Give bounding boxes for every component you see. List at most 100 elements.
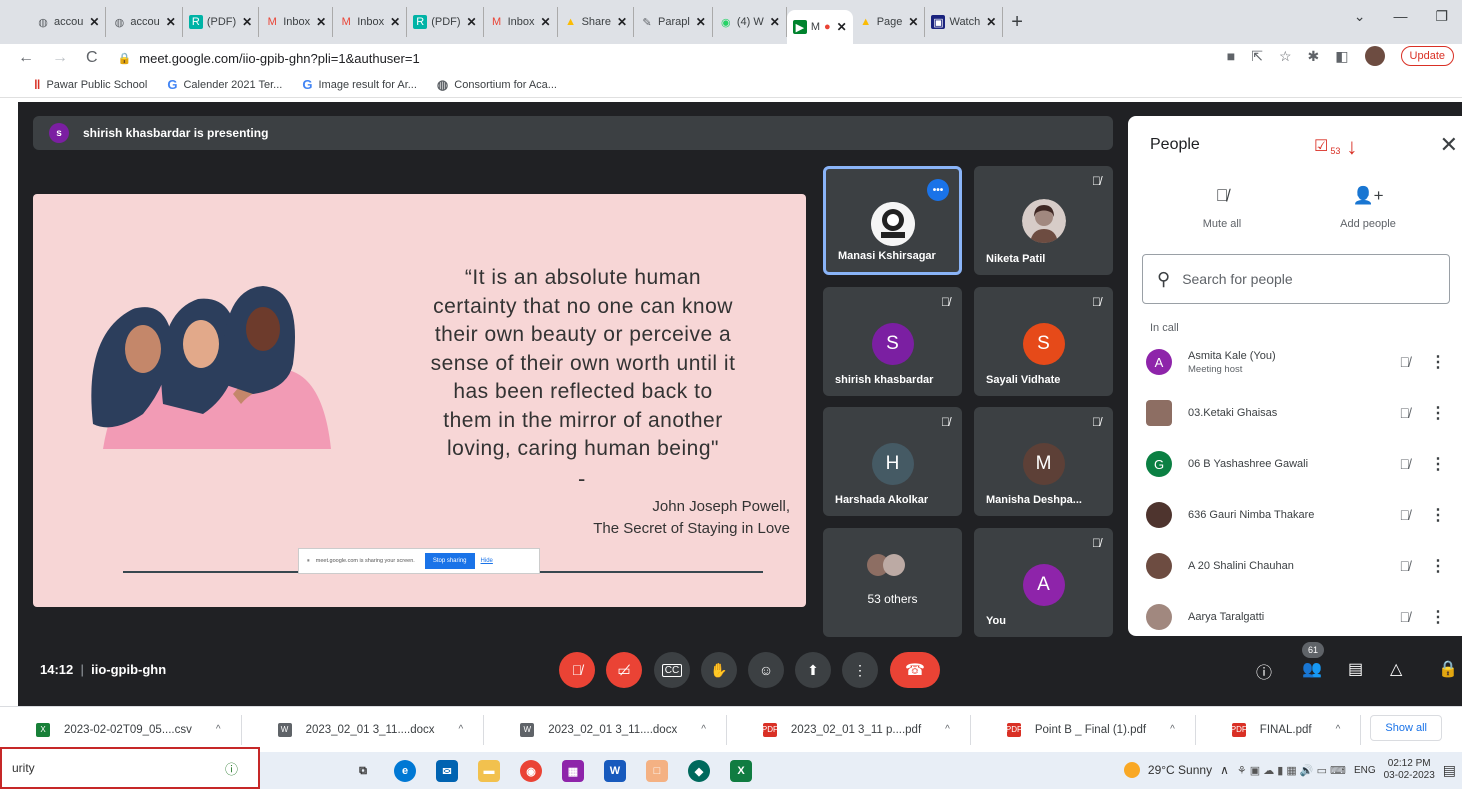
- participant-tile[interactable]: M 🎙̸ Manisha Deshpa...: [974, 407, 1113, 516]
- download-item[interactable]: X 2023-02-02T09_05....csv ^: [0, 714, 242, 745]
- browser-tab[interactable]: ▲ Share ✕: [558, 7, 634, 37]
- hide-link[interactable]: Hide: [481, 558, 493, 564]
- participant-row[interactable]: G 06 B Yashashree Gawali 🎙̸ ⋮: [1146, 444, 1456, 484]
- participant-tile[interactable]: A 🎙̸ You: [974, 528, 1113, 637]
- maximize-icon[interactable]: ❐: [1435, 8, 1448, 25]
- camera-icon[interactable]: ■: [1227, 48, 1235, 64]
- excel-icon[interactable]: X: [730, 760, 752, 782]
- app-icon[interactable]: □: [646, 760, 668, 782]
- participant-tile[interactable]: 53 others: [823, 528, 962, 637]
- participant-tile[interactable]: H 🎙̸ Harshada Akolkar: [823, 407, 962, 516]
- chat-icon[interactable]: ▤: [1348, 659, 1363, 679]
- participant-row[interactable]: 03.Ketaki Ghaisas 🎙̸ ⋮: [1146, 393, 1456, 433]
- close-tab-icon[interactable]: ✕: [908, 15, 918, 29]
- chevron-up-icon[interactable]: ^: [459, 724, 464, 735]
- stop-sharing-button[interactable]: Stop sharing: [424, 553, 475, 569]
- participant-tile[interactable]: ••• Manasi Kshirsagar: [823, 166, 962, 275]
- browser-tab[interactable]: R (PDF) ✕: [407, 7, 484, 37]
- close-tab-icon[interactable]: ✕: [390, 15, 400, 29]
- download-item[interactable]: PDF Point B _ Final (1).pdf ^: [971, 714, 1196, 745]
- bookmark-item[interactable]: ◍ Consortium for Aca...: [437, 77, 557, 93]
- browser-tab[interactable]: ▶ M ● ✕: [786, 10, 853, 44]
- close-tab-icon[interactable]: ✕: [541, 15, 551, 29]
- meeting-info-icon[interactable]: ⓘ: [1256, 659, 1272, 683]
- present-button[interactable]: ⬆: [795, 652, 831, 688]
- close-tab-icon[interactable]: ✕: [89, 15, 99, 29]
- more-options-button[interactable]: ⋮: [842, 652, 878, 688]
- file-explorer-icon[interactable]: ▬: [478, 760, 500, 782]
- chevron-up-icon[interactable]: ^: [1170, 724, 1175, 735]
- people-icon[interactable]: 👥: [1302, 659, 1322, 679]
- browser-tab[interactable]: ◉ (4) W ✕: [713, 7, 787, 37]
- update-button[interactable]: Update: [1400, 46, 1454, 66]
- browser-tab[interactable]: ▣ Watch ✕: [925, 7, 1004, 37]
- browser-tab[interactable]: ✎ Parapl ✕: [634, 7, 713, 37]
- close-tab-icon[interactable]: ✕: [242, 15, 252, 29]
- info-icon[interactable]: ⓘ: [225, 759, 238, 778]
- back-icon[interactable]: ←: [18, 49, 34, 67]
- share-icon[interactable]: ⇱: [1251, 48, 1263, 65]
- participant-row[interactable]: A Asmita Kale (You) Meeting host 🎙̸ ⋮: [1146, 342, 1456, 382]
- participant-tile[interactable]: 🎙̸ Niketa Patil: [974, 166, 1113, 275]
- clock[interactable]: 02:12 PM 03-02-2023: [1384, 758, 1435, 782]
- participant-row[interactable]: Aarya Taralgatti 🎙̸ ⋮: [1146, 597, 1456, 636]
- sidepanel-icon[interactable]: ◧: [1335, 48, 1348, 65]
- forward-icon[interactable]: →: [52, 49, 68, 67]
- language-indicator[interactable]: ENG: [1354, 765, 1376, 776]
- host-controls-icon[interactable]: 🔒: [1438, 659, 1458, 679]
- browser-tab[interactable]: M Inbox ✕: [333, 7, 408, 37]
- tab-search-icon[interactable]: ⌄: [1354, 8, 1366, 25]
- more-actions-icon[interactable]: ⋮: [1430, 454, 1446, 474]
- notification-icon[interactable]: ▤: [1443, 762, 1456, 779]
- participant-row[interactable]: A 20 Shalini Chauhan 🎙̸ ⋮: [1146, 546, 1456, 586]
- close-tab-icon[interactable]: ✕: [837, 20, 847, 34]
- more-actions-icon[interactable]: ⋮: [1430, 403, 1446, 423]
- tray-chevron-icon[interactable]: ∧: [1220, 763, 1229, 777]
- download-item[interactable]: W 2023_02_01 3_11....docx ^: [242, 714, 485, 745]
- close-tab-icon[interactable]: ✕: [770, 15, 780, 29]
- security-app-icon[interactable]: ◆: [688, 760, 710, 782]
- reload-icon[interactable]: C: [86, 49, 98, 67]
- new-tab-button[interactable]: +: [1011, 11, 1023, 34]
- close-tab-icon[interactable]: ✕: [696, 15, 706, 29]
- more-actions-icon[interactable]: ⋮: [1430, 607, 1446, 627]
- activities-icon[interactable]: △: [1390, 659, 1402, 679]
- more-actions-icon[interactable]: ⋮: [1430, 556, 1446, 576]
- raise-hand-button[interactable]: ✋: [701, 652, 737, 688]
- bookmark-item[interactable]: ‖ Pawar Public School: [34, 77, 147, 92]
- edge-icon[interactable]: e: [394, 760, 416, 782]
- extensions-icon[interactable]: ✱: [1308, 48, 1320, 65]
- mail-icon[interactable]: ✉: [436, 760, 458, 782]
- show-all-button[interactable]: Show all: [1370, 715, 1442, 741]
- more-options-icon[interactable]: •••: [927, 179, 949, 201]
- participant-tile[interactable]: S 🎙̸ Sayali Vidhate: [974, 287, 1113, 396]
- chrome-icon[interactable]: ◉: [520, 760, 542, 782]
- word-icon[interactable]: W: [604, 760, 626, 782]
- browser-tab[interactable]: ◍ accou ✕: [30, 7, 107, 37]
- download-item[interactable]: PDF 2023_02_01 3_11 p....pdf ^: [727, 714, 971, 745]
- star-icon[interactable]: ☆: [1279, 48, 1292, 65]
- weather-text[interactable]: 29°C Sunny: [1148, 763, 1212, 777]
- mic-off-icon[interactable]: 🎙̸: [1400, 405, 1411, 421]
- lock-icon[interactable]: 🔒: [118, 52, 132, 65]
- camera-toggle-button[interactable]: ▭̸: [606, 652, 642, 688]
- bookmark-item[interactable]: G Image result for Ar...: [302, 77, 417, 92]
- close-icon[interactable]: ✕: [1440, 132, 1458, 158]
- captions-button[interactable]: CC: [654, 652, 690, 688]
- participant-row[interactable]: 636 Gauri Nimba Thakare 🎙̸ ⋮: [1146, 495, 1456, 535]
- profile-avatar[interactable]: [1364, 46, 1385, 66]
- participant-tile[interactable]: S 🎙̸ shirish khasbardar: [823, 287, 962, 396]
- mic-off-icon[interactable]: 🎙̸: [1400, 558, 1411, 574]
- chevron-up-icon[interactable]: ^: [216, 724, 221, 735]
- close-tab-icon[interactable]: ✕: [617, 15, 627, 29]
- emoji-button[interactable]: ☺: [748, 652, 784, 688]
- chevron-up-icon[interactable]: ^: [701, 724, 706, 735]
- chevron-up-icon[interactable]: ^: [1336, 724, 1341, 735]
- url-field[interactable]: 🔒 meet.google.com/iio-gpib-ghn?pli=1&aut…: [118, 51, 420, 66]
- browser-tab[interactable]: ◍ accou ✕: [106, 7, 183, 37]
- close-tab-icon[interactable]: ✕: [467, 15, 477, 29]
- more-actions-icon[interactable]: ⋮: [1430, 505, 1446, 525]
- people-search-input[interactable]: ⚲ Search for people: [1142, 254, 1450, 304]
- chevron-up-icon[interactable]: ^: [945, 724, 950, 735]
- download-item[interactable]: W 2023_02_01 3_11....docx ^: [484, 714, 727, 745]
